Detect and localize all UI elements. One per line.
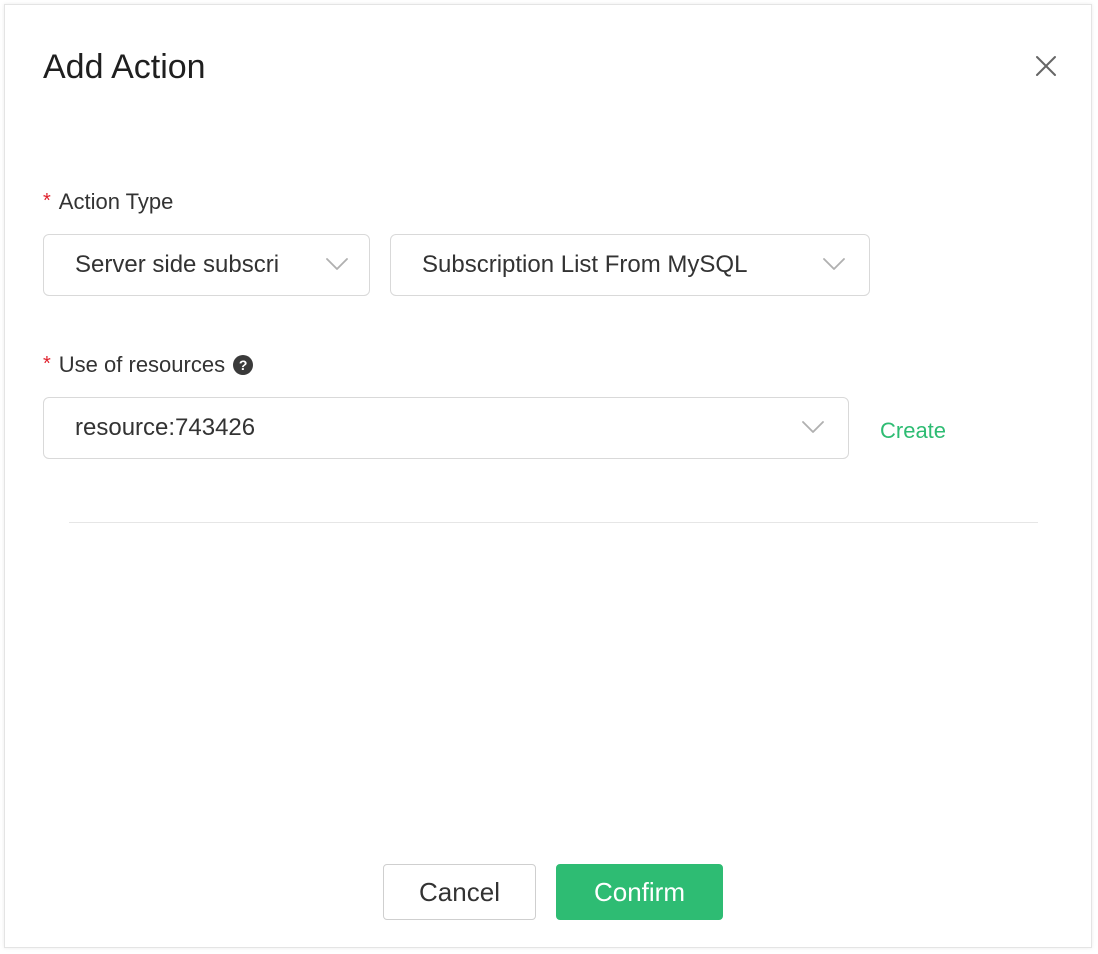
close-button[interactable] [1031,51,1061,81]
cancel-button[interactable]: Cancel [383,864,536,920]
action-type-value: Subscription List From MySQL [422,251,748,278]
chevron-down-icon [802,421,824,433]
divider [69,522,1038,523]
action-category-select[interactable]: Server side subscri [43,234,370,296]
resource-select[interactable]: resource:743426 [43,397,849,459]
confirm-button[interactable]: Confirm [556,864,723,920]
help-icon[interactable]: ? [233,355,254,375]
action-type-label-text: Action Type [58,189,174,214]
chevron-down-icon [823,258,845,270]
action-category-value: Server side subscri [75,251,280,278]
resource-value: resource:743426 [75,414,256,441]
action-type-select[interactable]: Subscription List From MySQL [390,234,870,296]
resources-label: * Use of resources? [43,349,254,380]
close-icon [1036,56,1056,76]
required-mark: * [43,353,51,375]
chevron-down-icon [326,258,348,270]
action-type-label: * Action Type [43,186,173,217]
dialog-title: Add Action [43,48,206,86]
required-mark: * [43,190,51,212]
create-resource-link[interactable]: Create [880,416,946,446]
add-action-dialog: Add Action * Action Type Server side subs… [4,4,1092,948]
resources-label-text: Use of resources [58,352,226,377]
